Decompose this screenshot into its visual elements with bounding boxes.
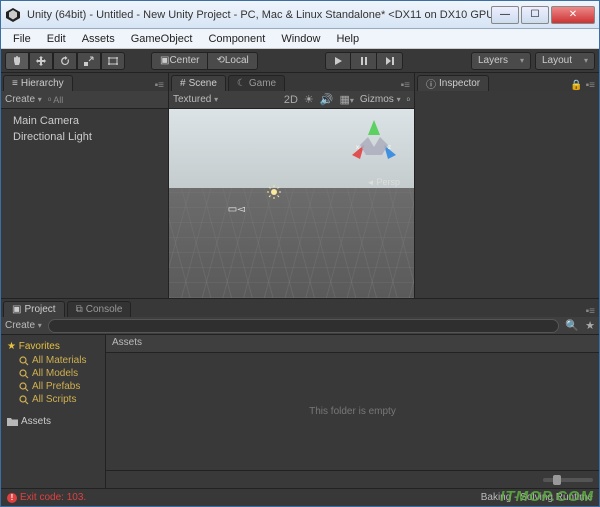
hierarchy-create-dropdown[interactable]: Create ▾ xyxy=(5,94,42,105)
project-tab[interactable]: ▣ Project xyxy=(3,301,65,317)
layers-dropdown[interactable]: Layers▾ xyxy=(471,52,531,70)
scene-audio-icon[interactable]: 🔊 xyxy=(320,93,334,106)
scene-tab[interactable]: # Scene xyxy=(171,75,226,91)
error-icon: ! xyxy=(7,493,17,503)
svg-text:x: x xyxy=(356,145,359,151)
scene-fx-icon[interactable]: ▦▾ xyxy=(339,93,353,106)
hand-tool[interactable] xyxy=(5,52,29,70)
project-breadcrumb[interactable]: Assets xyxy=(106,335,599,353)
titlebar: Unity (64bit) - Untitled - New Unity Pro… xyxy=(1,1,599,29)
fav-item[interactable]: All Models xyxy=(5,367,101,380)
menu-file[interactable]: File xyxy=(5,33,39,45)
svg-text:z: z xyxy=(388,145,391,151)
hierarchy-item[interactable]: Directional Light xyxy=(9,129,160,145)
hierarchy-tab[interactable]: ≡ Hierarchy xyxy=(3,75,73,91)
pivot-local-button[interactable]: ⟲ Local xyxy=(208,52,257,70)
rotate-tool[interactable] xyxy=(53,52,77,70)
inspector-body xyxy=(415,91,599,99)
status-error[interactable]: !Exit code: 103. xyxy=(7,492,86,503)
scene-gizmos-dropdown[interactable]: Gizmos ▾ xyxy=(360,94,401,105)
menu-assets[interactable]: Assets xyxy=(74,33,123,45)
camera-icon: ▭◅ xyxy=(228,204,245,215)
maximize-button[interactable]: ☐ xyxy=(521,6,549,24)
fav-item[interactable]: All Materials xyxy=(5,354,101,367)
menubar: File Edit Assets GameObject Component Wi… xyxy=(1,29,599,49)
pause-button[interactable] xyxy=(351,52,377,70)
project-zoom-slider[interactable] xyxy=(543,478,593,482)
project-menu-icon[interactable]: ▪≡ xyxy=(586,306,595,317)
play-button[interactable] xyxy=(325,52,351,70)
project-empty-label: This folder is empty xyxy=(106,353,599,470)
scale-tool[interactable] xyxy=(77,52,101,70)
menu-component[interactable]: Component xyxy=(200,33,273,45)
hierarchy-filter[interactable]: ᵒ All xyxy=(48,95,63,105)
persp-label[interactable]: Persp xyxy=(367,177,400,187)
menu-window[interactable]: Window xyxy=(273,33,328,45)
fav-item[interactable]: All Scripts xyxy=(5,393,101,406)
console-tab[interactable]: ⧉ Console xyxy=(67,301,132,317)
toolbar: ▣ Center ⟲ Local Layers▾ Layout▾ xyxy=(1,49,599,73)
hierarchy-item[interactable]: Main Camera xyxy=(9,113,160,129)
hierarchy-menu-icon[interactable]: ▪≡ xyxy=(155,80,164,91)
minimize-button[interactable]: — xyxy=(491,6,519,24)
project-create-dropdown[interactable]: Create ▾ xyxy=(5,320,42,331)
project-search-input[interactable] xyxy=(48,319,560,333)
menu-help[interactable]: Help xyxy=(328,33,367,45)
scene-menu-icon[interactable]: ▪≡ xyxy=(401,80,410,91)
layout-dropdown[interactable]: Layout▾ xyxy=(535,52,595,70)
rect-tool[interactable] xyxy=(101,52,125,70)
sun-icon xyxy=(267,185,281,199)
watermark: ITMOP.COM xyxy=(500,488,594,505)
window-title: Unity (64bit) - Untitled - New Unity Pro… xyxy=(27,9,491,21)
pivot-center-button[interactable]: ▣ Center xyxy=(151,52,208,70)
menu-edit[interactable]: Edit xyxy=(39,33,74,45)
inspector-lock-icon[interactable]: 🔒 ▪≡ xyxy=(570,80,595,91)
assets-folder[interactable]: Assets xyxy=(5,414,101,429)
scene-2d-toggle[interactable]: 2D xyxy=(284,94,298,106)
orientation-gizmo[interactable]: x z xyxy=(344,117,404,177)
project-fav-icon[interactable]: ★ xyxy=(585,319,595,332)
favorites-folder[interactable]: ★ Favorites xyxy=(5,339,101,354)
scene-search-icon[interactable]: ᵒ xyxy=(407,95,410,105)
step-button[interactable] xyxy=(377,52,403,70)
scene-view[interactable]: ▭◅ x z Persp xyxy=(169,109,414,298)
unity-icon xyxy=(5,7,21,23)
project-tree: ★ Favorites All Materials All Models All… xyxy=(1,335,106,488)
inspector-tab[interactable]: ⓘ Inspector xyxy=(417,75,489,91)
fav-item[interactable]: All Prefabs xyxy=(5,380,101,393)
game-tab[interactable]: ☾ Game xyxy=(228,75,285,91)
scene-light-icon[interactable]: ☀ xyxy=(304,93,314,106)
menu-gameobject[interactable]: GameObject xyxy=(123,33,201,45)
move-tool[interactable] xyxy=(29,52,53,70)
close-button[interactable]: ✕ xyxy=(551,6,595,24)
project-filter-icon[interactable]: 🔍 xyxy=(565,319,579,332)
scene-shaded-dropdown[interactable]: Textured ▾ xyxy=(173,94,218,105)
